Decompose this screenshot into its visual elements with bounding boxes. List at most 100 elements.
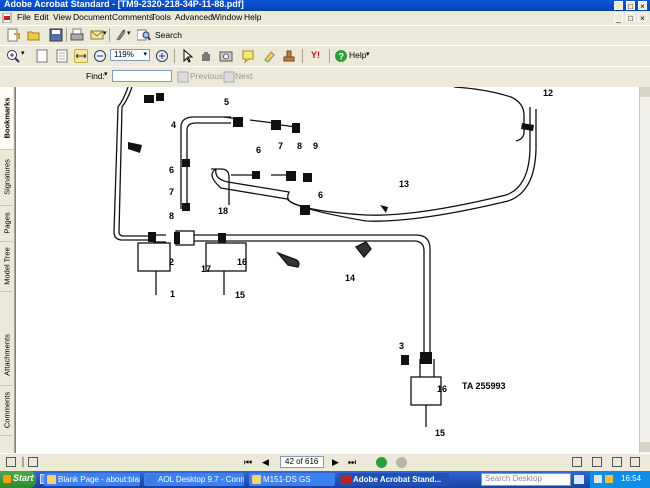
window-title: Adobe Acrobat Standard - [TM9-2320-218-3…: [4, 0, 244, 9]
close-button[interactable]: ×: [638, 1, 647, 11]
tab-model-tree[interactable]: Model Tree: [0, 241, 13, 292]
print-icon[interactable]: [70, 28, 84, 42]
first-page-icon[interactable]: ⏮: [244, 457, 252, 468]
tab-attachments[interactable]: Attachments: [0, 325, 13, 386]
scroll-down-icon[interactable]: [640, 442, 650, 452]
previous-page-icon[interactable]: ◀: [262, 457, 269, 468]
next-button[interactable]: Next: [235, 71, 252, 81]
network-icon[interactable]: [594, 475, 602, 483]
tab-comments[interactable]: Comments: [0, 385, 13, 436]
callout-label: 16: [437, 384, 447, 394]
page-size-icon[interactable]: [6, 457, 16, 467]
yahoo-icon[interactable]: Y!: [310, 49, 324, 63]
callout-label: 16: [237, 257, 247, 267]
zoom-in-icon[interactable]: [6, 49, 20, 63]
zoom-field[interactable]: 119% ▾: [110, 49, 150, 61]
stamp-tool-icon[interactable]: [282, 49, 296, 63]
search-icon[interactable]: [136, 28, 151, 42]
minimize-button[interactable]: _: [614, 1, 623, 11]
single-page-icon[interactable]: [572, 457, 582, 467]
callout-label: 5: [224, 97, 229, 107]
menu-advanced[interactable]: Advanced: [175, 12, 213, 22]
pdf-page[interactable]: 1 2 3 4 5 6 6 6 7 7 8 8 9 12 13 14 15 15 16 16 17 18 TA 255993: [16, 87, 639, 453]
vertical-scrollbar[interactable]: [639, 87, 650, 453]
chevron-down-icon[interactable]: ▾: [127, 29, 131, 37]
search-label[interactable]: Search: [155, 30, 182, 40]
find-input[interactable]: [112, 70, 172, 82]
menu-view[interactable]: View: [53, 12, 71, 22]
previous-button[interactable]: Previous: [190, 71, 223, 81]
next-icon[interactable]: [222, 70, 236, 84]
task-blank-page[interactable]: Blank Page - about:blank: [44, 473, 140, 486]
doc-close-button[interactable]: ×: [638, 13, 647, 23]
task-adobe-acrobat[interactable]: Adobe Acrobat Stand...: [339, 473, 449, 486]
menu-document[interactable]: Document: [73, 12, 112, 22]
chevron-down-icon[interactable]: ▾: [366, 50, 370, 58]
continuous-facing-icon[interactable]: [630, 457, 640, 467]
chevron-down-icon[interactable]: ▾: [104, 70, 108, 78]
previous-icon[interactable]: [176, 70, 190, 84]
desktop-search-input[interactable]: Search Desktop: [481, 473, 571, 486]
menu-tools[interactable]: Tools: [151, 12, 171, 22]
page-number-field[interactable]: 42 of 616: [280, 456, 324, 468]
open-icon[interactable]: [27, 28, 41, 42]
chevron-down-icon[interactable]: ▾: [103, 29, 107, 37]
callout-label: 7: [278, 141, 283, 151]
search-go-icon[interactable]: [574, 475, 584, 484]
fit-page-icon[interactable]: [55, 49, 69, 63]
menu-help[interactable]: Help: [244, 12, 261, 22]
doc-restore-button[interactable]: □: [626, 13, 635, 23]
comment-tool-icon[interactable]: [241, 49, 255, 64]
highlight-tool-icon[interactable]: [262, 49, 276, 63]
create-pdf-icon[interactable]: [6, 28, 20, 42]
hand-tool-icon[interactable]: [199, 49, 213, 63]
chevron-down-icon[interactable]: ▾: [21, 49, 25, 57]
save-icon[interactable]: [49, 28, 63, 42]
zoom-out-icon[interactable]: [93, 49, 107, 63]
menu-edit[interactable]: Edit: [34, 12, 49, 22]
task-aol-desktop[interactable]: AOL Desktop 9.7 - Conn...: [144, 473, 244, 486]
start-button[interactable]: Start: [0, 471, 36, 488]
help-icon[interactable]: ?: [334, 49, 348, 63]
volume-icon[interactable]: [605, 475, 613, 483]
actual-size-icon[interactable]: [35, 49, 49, 63]
tab-bookmarks[interactable]: Bookmarks: [0, 87, 13, 150]
callout-label: 6: [169, 165, 174, 175]
toolbar-file: ▾ ▾ Search: [0, 25, 650, 46]
find-toolbar: Find: ▾ Previous Next: [0, 66, 650, 88]
select-tool-icon[interactable]: [180, 48, 194, 63]
zoom-in-plus-icon[interactable]: [155, 49, 169, 63]
go-back-icon[interactable]: [376, 457, 387, 468]
callout-label: 17: [201, 264, 211, 274]
find-label: Find:: [86, 71, 105, 81]
help-label[interactable]: Help: [349, 50, 366, 60]
snapshot-icon[interactable]: [219, 49, 233, 63]
fit-width-icon[interactable]: [74, 49, 88, 63]
next-page-icon[interactable]: ▶: [332, 457, 339, 468]
chevron-down-icon[interactable]: ▾: [143, 50, 147, 58]
menu-window[interactable]: Window: [212, 12, 242, 22]
layout-icon[interactable]: [28, 457, 38, 467]
menu-file[interactable]: File: [17, 12, 31, 22]
task-m151-ds-gs[interactable]: M151-DS GS: [249, 473, 335, 486]
windows-logo-icon: [3, 475, 11, 483]
acrobat-doc-icon[interactable]: [2, 12, 12, 24]
fuel-line-diagram: 123456667788 9121314151516161718TA 255993: [113, 87, 553, 438]
tab-pages[interactable]: Pages: [0, 205, 13, 242]
callout-label: 1: [170, 289, 175, 299]
continuous-icon[interactable]: [592, 457, 602, 467]
maximize-button[interactable]: □: [626, 1, 635, 11]
callout-label: 2: [169, 257, 174, 267]
attach-icon[interactable]: [113, 28, 127, 42]
facing-icon[interactable]: [612, 457, 622, 467]
callout-label: 15: [235, 290, 245, 300]
scroll-up-icon[interactable]: [640, 87, 650, 97]
menu-comments[interactable]: Comments: [112, 12, 153, 22]
go-forward-icon[interactable]: [396, 457, 407, 468]
email-icon[interactable]: [90, 28, 104, 42]
callout-label: 15: [435, 428, 445, 438]
doc-minimize-button[interactable]: _: [614, 13, 623, 23]
tab-signatures[interactable]: Signatures: [0, 149, 13, 206]
last-page-icon[interactable]: ⏭: [348, 457, 356, 468]
callout-label: 6: [256, 145, 261, 155]
